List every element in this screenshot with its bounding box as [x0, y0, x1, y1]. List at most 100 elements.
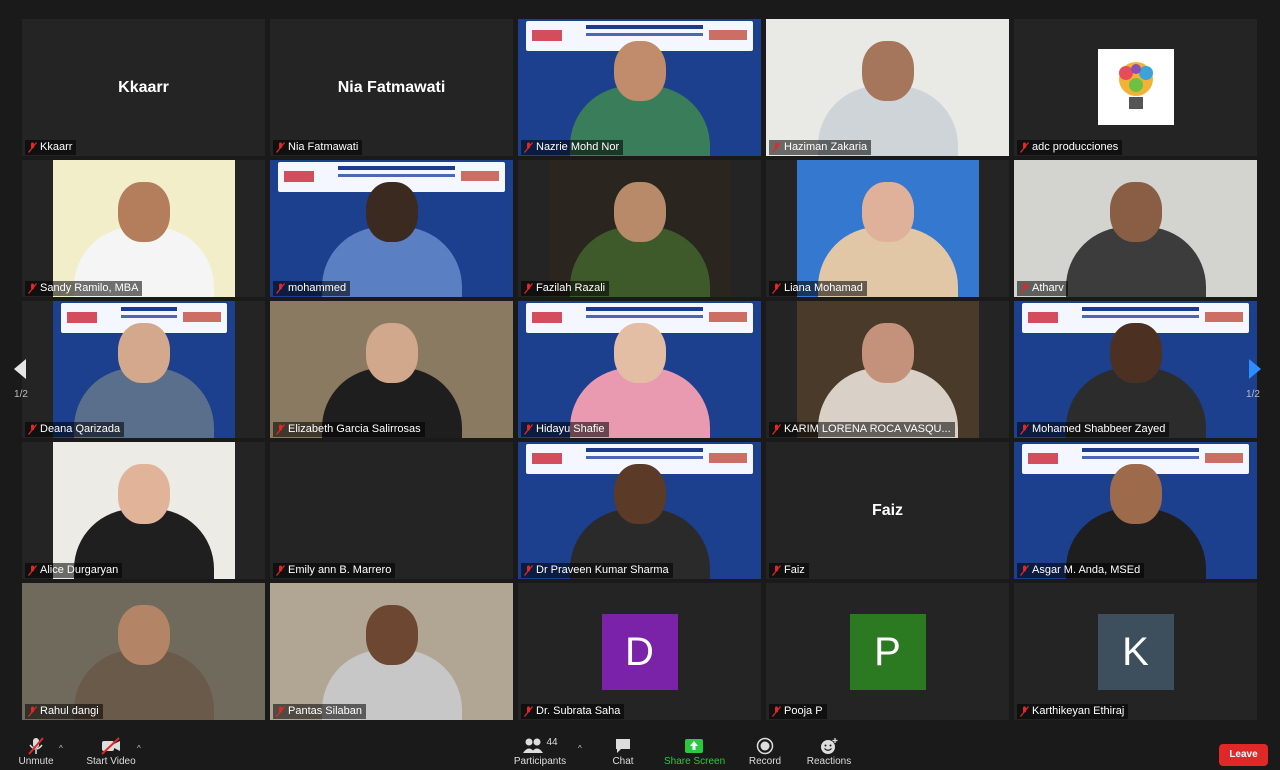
participant-tile[interactable]: Kkaarr Kkaarr [22, 19, 265, 156]
microphone-muted-icon [28, 283, 37, 294]
microphone-muted-icon [276, 283, 285, 294]
unmute-button[interactable]: Unmute [14, 736, 58, 767]
video-camera-off-icon [101, 737, 120, 755]
participant-name-text: Atharv [1032, 282, 1064, 294]
microphone-muted-icon [276, 706, 285, 717]
participant-tile[interactable]: Sandy Ramilo, MBA [22, 160, 265, 297]
participant-grid: Kkaarr Kkaarr Nia Fatmawati Nia Fatmawati Na… [22, 19, 1257, 720]
share-screen-button[interactable]: Share Screen [664, 736, 725, 767]
participant-name-label: Atharv [1017, 281, 1068, 296]
person-head [613, 323, 666, 383]
participant-tile[interactable]: adc producciones [1014, 19, 1257, 156]
participants-label: Participants [513, 756, 567, 767]
participant-tile[interactable]: P Pooja P [766, 583, 1009, 720]
participant-avatar: P [849, 613, 926, 690]
participant-tile[interactable]: Asgar M. Anda, MSEd [1014, 442, 1257, 579]
participants-options-caret[interactable]: ^ [578, 744, 582, 753]
page-indicator-left: 1/2 [14, 389, 28, 400]
participants-icon [523, 738, 544, 753]
participant-name-text: Haziman Zakaria [784, 141, 868, 153]
participant-tile[interactable]: Haziman Zakaria [766, 19, 1009, 156]
participant-tile[interactable]: Fazilah Razali [518, 160, 761, 297]
person-head [861, 182, 914, 242]
participant-video [22, 583, 265, 720]
microphone-muted-icon [772, 706, 781, 717]
person-head [117, 605, 170, 665]
record-label: Record [748, 756, 782, 767]
participant-name-label: Mohamed Shabbeer Zayed [1017, 422, 1170, 437]
participant-name-label: Nia Fatmawati [273, 140, 363, 155]
participant-video [518, 301, 761, 438]
participant-tile[interactable]: Atharv [1014, 160, 1257, 297]
participant-name-text: Hidayu Shafie [536, 423, 605, 435]
participant-name-text: Faiz [784, 564, 805, 576]
participant-name-label: Pantas Silaban [273, 704, 366, 719]
person-head [365, 182, 418, 242]
participant-avatar: K [1097, 613, 1174, 690]
microphone-muted-icon [1020, 283, 1029, 294]
chevron-right-icon [1249, 359, 1261, 379]
participant-video [1014, 301, 1257, 438]
video-options-caret[interactable]: ^ [137, 744, 141, 753]
start-video-button[interactable]: Start Video [85, 736, 137, 767]
participant-name-label: KARIM LORENA ROCA VASQU... [769, 422, 955, 437]
microphone-muted-icon [772, 283, 781, 294]
participant-tile[interactable]: Alice Durgaryan [22, 442, 265, 579]
participant-tile[interactable]: Elizabeth Garcia Salirrosas [270, 301, 513, 438]
participant-name-text: Alice Durgaryan [40, 564, 119, 576]
participant-name-text: Emily ann B. Marrero [288, 564, 392, 576]
microphone-muted-icon [276, 565, 285, 576]
person-head [1109, 323, 1162, 383]
participant-name-label: Haziman Zakaria [769, 140, 872, 155]
participant-name-text: Pooja P [784, 705, 823, 717]
participant-name-label: Karthikeyan Ethiraj [1017, 704, 1129, 719]
participant-name-label: Dr. Subrata Saha [521, 704, 625, 719]
microphone-muted-icon [524, 142, 533, 153]
next-page-arrow[interactable]: 1/2 [1241, 356, 1267, 406]
participant-tile[interactable]: Faiz Faiz [766, 442, 1009, 579]
participant-tile[interactable]: Pantas Silaban [270, 583, 513, 720]
microphone-muted-icon [524, 565, 533, 576]
participant-name-text: mohammed [288, 282, 347, 294]
microphone-muted-icon [276, 424, 285, 435]
meeting-toolbar: Unmute ^ Start Video ^ 44 Participants ^… [0, 734, 1280, 770]
participant-name-text: Deana Qarizada [40, 423, 121, 435]
reactions-button[interactable]: Reactions [806, 736, 852, 767]
chat-button[interactable]: Chat [608, 736, 638, 767]
participant-tile[interactable]: Liana Mohamad [766, 160, 1009, 297]
participant-tile[interactable]: Nazrie Mohd Nor [518, 19, 761, 156]
person-head [861, 323, 914, 383]
participant-name-label: adc producciones [1017, 140, 1123, 155]
participant-video [270, 301, 513, 438]
participant-video [1014, 160, 1257, 297]
record-button[interactable]: Record [748, 736, 782, 767]
participant-tile[interactable]: K Karthikeyan Ethiraj [1014, 583, 1257, 720]
prev-page-arrow[interactable]: 1/2 [8, 356, 34, 406]
participant-name-text: Sandy Ramilo, MBA [40, 282, 139, 294]
audio-options-caret[interactable]: ^ [59, 744, 63, 753]
participant-tile[interactable]: Nia Fatmawati Nia Fatmawati [270, 19, 513, 156]
share-screen-icon [685, 739, 703, 753]
participant-name-text: Pantas Silaban [288, 705, 362, 717]
microphone-muted-icon [1020, 142, 1029, 153]
start-video-label: Start Video [86, 756, 136, 767]
participant-name-label: Faiz [769, 563, 809, 578]
participant-tile[interactable]: Mohamed Shabbeer Zayed [1014, 301, 1257, 438]
participant-name-text: Elizabeth Garcia Salirrosas [288, 423, 421, 435]
person-head [613, 182, 666, 242]
microphone-muted-icon [524, 283, 533, 294]
participants-button[interactable]: 44 Participants [512, 736, 568, 768]
participant-name-label: Alice Durgaryan [25, 563, 123, 578]
participant-tile[interactable]: Deana Qarizada [22, 301, 265, 438]
leave-button[interactable]: Leave [1219, 744, 1268, 766]
participant-tile[interactable]: Hidayu Shafie [518, 301, 761, 438]
participant-tile[interactable]: Dr Praveen Kumar Sharma [518, 442, 761, 579]
participant-tile[interactable]: mohammed [270, 160, 513, 297]
microphone-muted-icon [772, 424, 781, 435]
participant-tile[interactable]: KARIM LORENA ROCA VASQU... [766, 301, 1009, 438]
participant-tile[interactable]: D Dr. Subrata Saha [518, 583, 761, 720]
page-indicator-right: 1/2 [1246, 389, 1260, 400]
participant-tile[interactable]: Rahul dangi [22, 583, 265, 720]
participant-tile[interactable]: Emily ann B. Marrero [270, 442, 513, 579]
microphone-muted-icon [28, 737, 44, 755]
